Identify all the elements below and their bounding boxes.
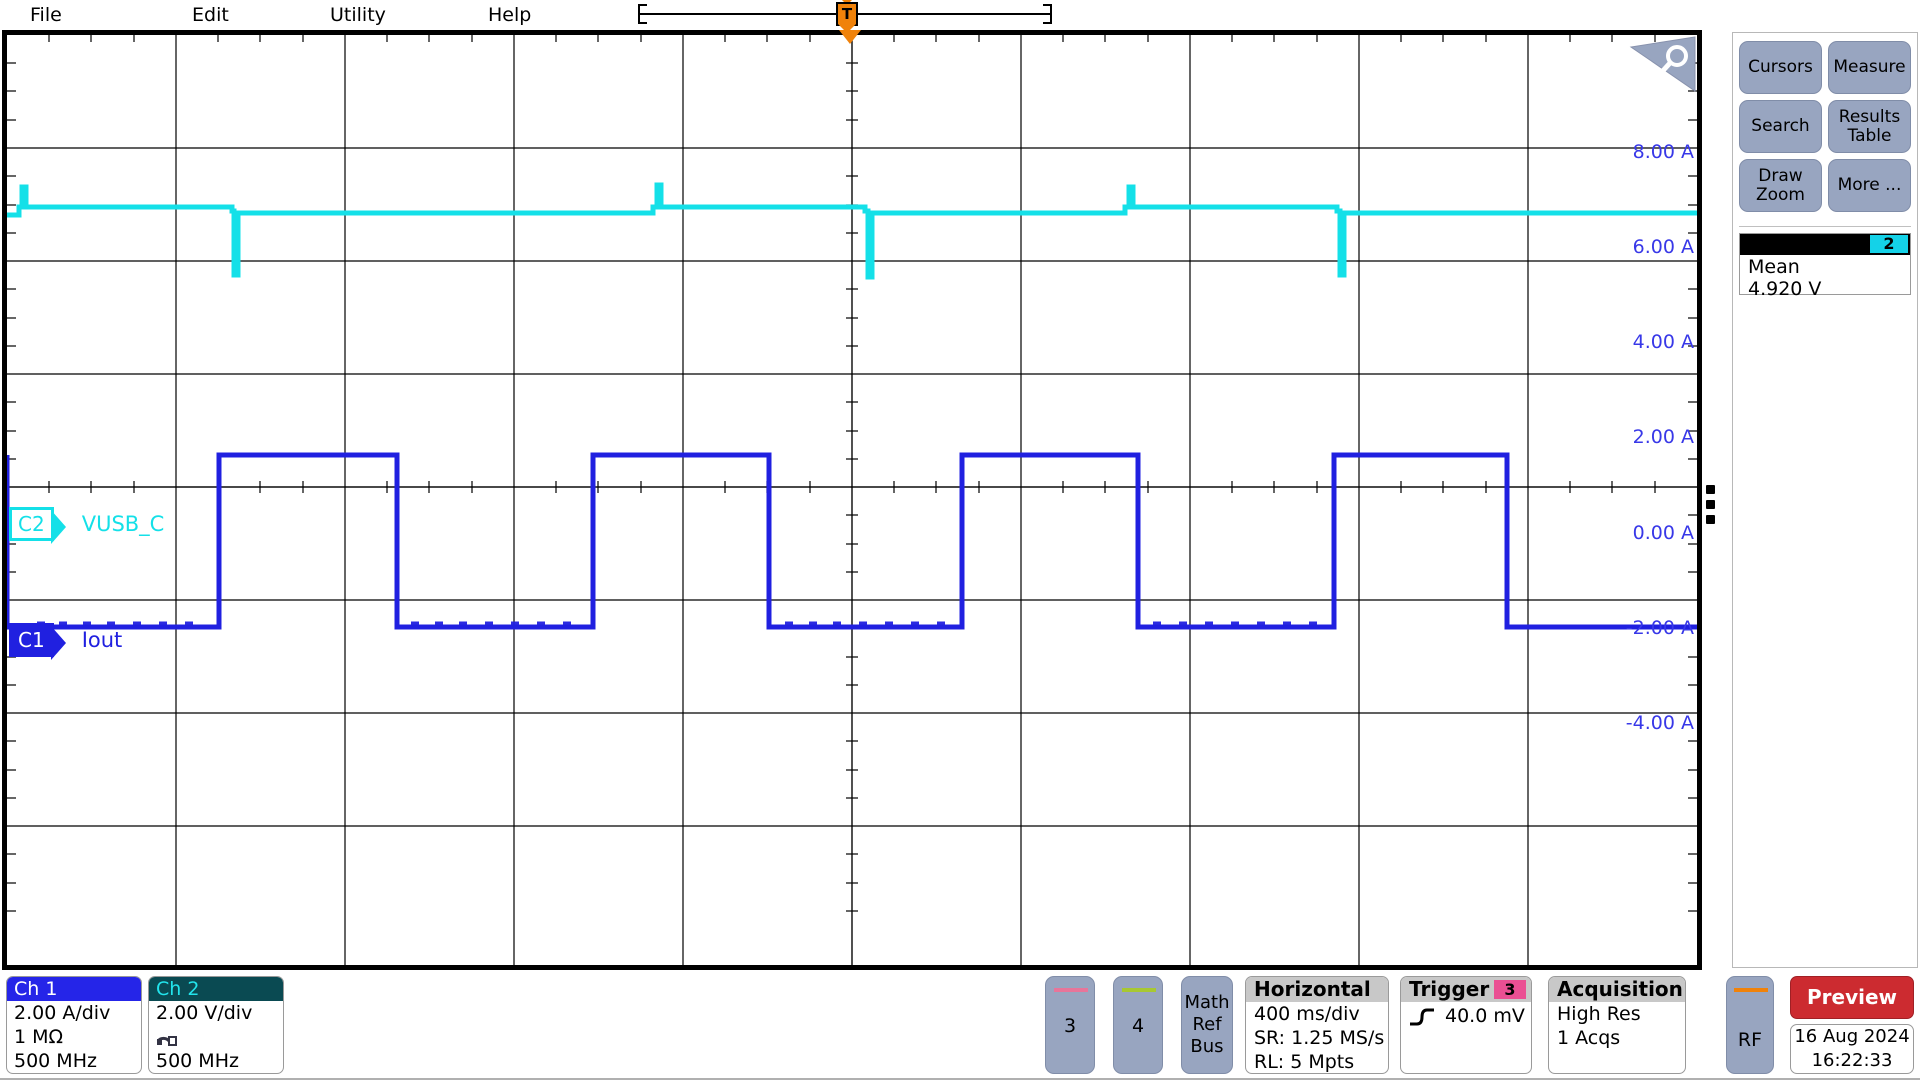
channel-4-color-bar xyxy=(1122,988,1156,992)
waveform-graticule[interactable]: C2 VUSB_C C1 Iout xyxy=(2,30,1702,970)
measure-button[interactable]: Measure xyxy=(1828,41,1911,94)
horizontal-settings[interactable]: Horizontal 400 ms/div SR: 1.25 MS/s RL: … xyxy=(1245,976,1389,1074)
channel-label-iout: Iout xyxy=(81,628,123,652)
menu-bar: File Edit Utility Help T xyxy=(0,0,1920,33)
y-tick-0: 0.00 A xyxy=(1632,522,1694,544)
y-tick-8: 8.00 A xyxy=(1632,141,1694,163)
channel-1-coupling: 1 MΩ xyxy=(14,1026,64,1048)
trigger-position-indicator-icon xyxy=(839,30,861,44)
more-button[interactable]: More ... xyxy=(1828,159,1911,212)
y-tick-2: 2.00 A xyxy=(1632,426,1694,448)
acquisition-mode: High Res xyxy=(1557,1003,1641,1025)
measurement-channel-badge: 2 xyxy=(1870,235,1908,253)
rf-button[interactable]: RF xyxy=(1726,976,1774,1074)
bottom-status-bar: Ch 1 2.00 A/div 1 MΩ 500 MHz Ch 2 2.00 V… xyxy=(0,972,1920,1080)
y-tick-m2: -2.00 A xyxy=(1625,617,1694,639)
measurement-header: 2 xyxy=(1740,234,1910,255)
horizontal-sample-rate: SR: 1.25 MS/s xyxy=(1254,1027,1385,1049)
math-ref-bus-button[interactable]: Math Ref Bus xyxy=(1181,976,1233,1074)
channel-tag-c2[interactable]: C2 xyxy=(9,507,66,544)
channel-marker-ch2[interactable]: C2 VUSB_C xyxy=(9,507,165,544)
datetime-display: 16 Aug 2024 16:22:33 xyxy=(1790,1024,1914,1074)
channel-label-vusb-c: VUSB_C xyxy=(81,512,165,536)
channel-1-settings[interactable]: Ch 1 2.00 A/div 1 MΩ 500 MHz xyxy=(6,976,142,1074)
side-panel-buttons: Cursors Measure Search Results Table Dra… xyxy=(1739,41,1911,212)
bus-label: Bus xyxy=(1190,1036,1224,1057)
menu-item-edit[interactable]: Edit xyxy=(192,2,229,28)
panel-divider xyxy=(1739,226,1911,227)
probe-icon xyxy=(149,1025,283,1049)
measurement-badge[interactable]: 2 Mean 4.920 V xyxy=(1739,233,1911,300)
channel-2-settings[interactable]: Ch 2 2.00 V/div 500 MHz xyxy=(148,976,284,1074)
trigger-title: Trigger 3 xyxy=(1401,977,1531,1002)
channel-2-header: Ch 2 xyxy=(149,977,283,1001)
menu-item-file[interactable]: File xyxy=(30,2,62,28)
y-tick-m4: -4.00 A xyxy=(1625,712,1694,734)
y-axis-labels: 8.00 A 6.00 A 4.00 A 2.00 A 0.00 A -2.00… xyxy=(1598,30,1702,970)
acquisition-count: 1 Acqs xyxy=(1557,1027,1621,1049)
math-label: Math xyxy=(1184,992,1230,1013)
horizontal-record-length: RL: 5 Mpts xyxy=(1254,1051,1355,1073)
acquisition-title: Acquisition xyxy=(1549,977,1685,1002)
rf-color-bar xyxy=(1734,988,1768,992)
handle-dot xyxy=(1706,500,1715,509)
trigger-settings[interactable]: Trigger 3 40.0 mV xyxy=(1400,976,1532,1074)
trigger-level-value: 40.0 mV xyxy=(1445,1005,1525,1027)
side-panel: Cursors Measure Search Results Table Dra… xyxy=(1732,32,1918,968)
channel-1-header: Ch 1 xyxy=(7,977,141,1001)
waveform-plot xyxy=(7,35,1697,965)
time-label: 16:22:33 xyxy=(1811,1050,1893,1071)
horizontal-range-right-bracket xyxy=(1043,4,1052,24)
zoom-corner-icon[interactable] xyxy=(1627,35,1697,93)
search-button[interactable]: Search xyxy=(1739,100,1822,153)
date-label: 16 Aug 2024 xyxy=(1794,1026,1910,1047)
channel-3-color-bar xyxy=(1054,988,1088,992)
measurement-label: Mean xyxy=(1748,256,1800,278)
results-table-button[interactable]: Results Table xyxy=(1828,100,1911,153)
menu-item-utility[interactable]: Utility xyxy=(330,2,386,28)
channel-1-scale: 2.00 A/div xyxy=(14,1002,111,1024)
channel-3-label: 3 xyxy=(1063,1015,1077,1037)
channel-4-button[interactable]: 4 xyxy=(1113,976,1163,1074)
handle-dot xyxy=(1706,515,1715,524)
ref-label: Ref xyxy=(1192,1014,1222,1035)
cursors-button[interactable]: Cursors xyxy=(1739,41,1822,94)
channel-1-bandwidth: 500 MHz xyxy=(14,1050,97,1072)
horizontal-title: Horizontal xyxy=(1246,977,1388,1002)
measurement-value: 4.920 V xyxy=(1748,278,1822,300)
horizontal-timebase: 400 ms/div xyxy=(1254,1003,1360,1025)
channel-2-scale: 2.00 V/div xyxy=(156,1002,253,1024)
rf-label: RF xyxy=(1737,1029,1763,1051)
channel-2-bandwidth: 500 MHz xyxy=(156,1050,239,1072)
channel-4-label: 4 xyxy=(1131,1015,1145,1037)
trigger-position-marker[interactable]: T xyxy=(836,2,858,26)
trigger-source-badge: 3 xyxy=(1494,980,1526,999)
acquisition-settings[interactable]: Acquisition High Res 1 Acqs xyxy=(1548,976,1686,1074)
y-tick-6: 6.00 A xyxy=(1632,236,1694,258)
draw-zoom-button[interactable]: Draw Zoom xyxy=(1739,159,1822,212)
panel-drag-handle[interactable] xyxy=(1706,485,1716,524)
rising-edge-icon xyxy=(1409,1007,1435,1031)
channel-3-button[interactable]: 3 xyxy=(1045,976,1095,1074)
channel-marker-ch1[interactable]: C1 Iout xyxy=(9,623,123,660)
handle-dot xyxy=(1706,485,1715,494)
preview-button[interactable]: Preview xyxy=(1790,976,1914,1019)
menu-item-help[interactable]: Help xyxy=(488,2,531,28)
channel-tag-c1[interactable]: C1 xyxy=(9,623,66,660)
y-tick-4: 4.00 A xyxy=(1632,331,1694,353)
